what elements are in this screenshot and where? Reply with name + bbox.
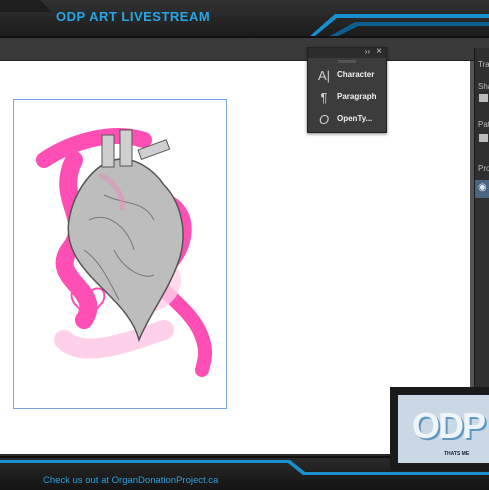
footer-link[interactable]: Check us out at OrganDonationProject.ca bbox=[43, 475, 218, 486]
webcam-overlay: ODP THATS ME bbox=[390, 387, 489, 471]
panel-item-paragraph[interactable]: ¶ Paragraph bbox=[308, 88, 386, 108]
path-icon[interactable] bbox=[479, 134, 488, 142]
webcam-logo: ODP bbox=[412, 405, 486, 446]
panel-heading-shape: Sha bbox=[478, 82, 489, 91]
stream-title: ODP ART LIVESTREAM bbox=[56, 9, 211, 24]
stream-header: ODP ART LIVESTREAM bbox=[0, 0, 489, 38]
artboard[interactable] bbox=[13, 99, 227, 409]
panel-item-label: Character bbox=[337, 70, 375, 79]
collapse-icon[interactable]: ›› bbox=[365, 47, 370, 56]
panel-item-label: OpenTy... bbox=[337, 114, 373, 123]
panel-grip[interactable] bbox=[338, 60, 356, 63]
panel-header[interactable]: ›› × bbox=[308, 46, 386, 58]
panel-heading-transform: Tra bbox=[478, 60, 489, 69]
character-icon: A| bbox=[318, 68, 331, 83]
panel-heading-properties: Pro bbox=[478, 164, 489, 173]
app-toolbar bbox=[0, 38, 489, 61]
close-icon[interactable]: × bbox=[376, 46, 382, 57]
heart-artwork bbox=[36, 128, 212, 377]
paragraph-icon: ¶ bbox=[320, 90, 328, 105]
type-panel: ›› × A| Character ¶ Paragraph O OpenTy..… bbox=[307, 46, 387, 133]
opentype-icon: O bbox=[318, 112, 330, 127]
eye-icon[interactable]: ◉ bbox=[478, 182, 487, 193]
layer-row[interactable]: ◉ bbox=[475, 180, 489, 198]
panel-item-opentype[interactable]: O OpenTy... bbox=[308, 110, 386, 130]
panel-heading-path: Path bbox=[478, 120, 489, 129]
shape-icon[interactable] bbox=[479, 94, 488, 102]
webcam-feed: ODP THATS ME bbox=[398, 395, 489, 463]
panel-item-label: Paragraph bbox=[337, 92, 377, 101]
panel-item-character[interactable]: A| Character bbox=[308, 66, 386, 86]
webcam-caption: THATS ME bbox=[444, 451, 470, 457]
